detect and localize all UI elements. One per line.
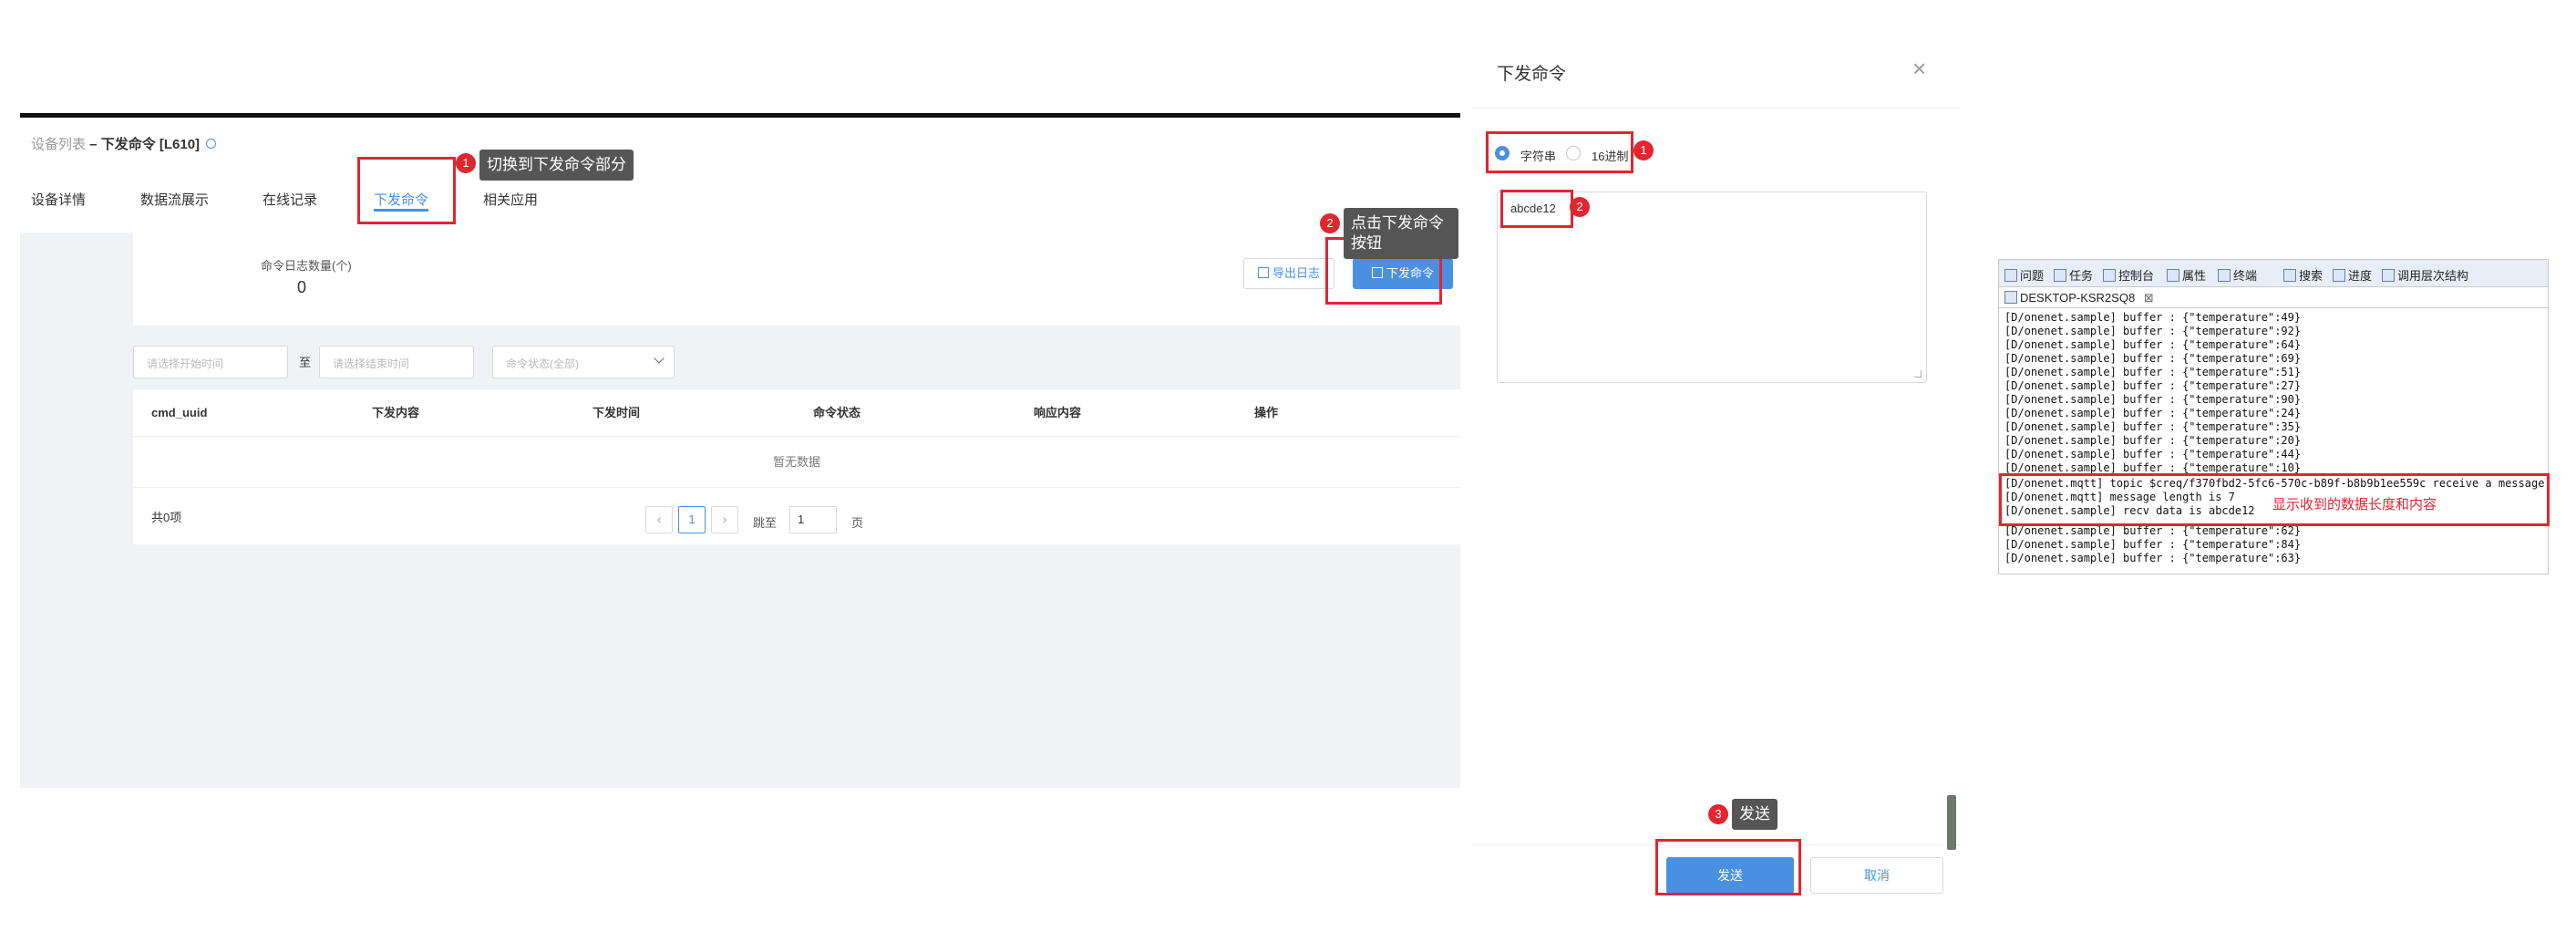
console-line: [D/onenet.sample] buffer : {"temperature… <box>2004 379 2302 392</box>
dialog-cancel-button[interactable]: 取消 <box>1810 857 1943 894</box>
console-line: [D/onenet.sample] buffer : {"temperature… <box>2004 352 2302 365</box>
console-line: [D/onenet.sample] buffer : {"temperature… <box>2004 311 2302 324</box>
resize-handle-icon[interactable] <box>1914 370 1922 378</box>
column-cmd-uuid: cmd_uuid <box>151 406 208 419</box>
console-line: [D/onenet.sample] buffer : {"temperature… <box>2004 325 2302 337</box>
terminal-session-tab[interactable]: DESKTOP-KSR2SQ8 ⊠ <box>2004 291 2154 309</box>
export-icon <box>1257 267 1269 278</box>
column-status: 命令状态 <box>813 406 861 419</box>
chevron-down-icon <box>654 353 665 364</box>
command-status-placeholder: 命令状态(全部) <box>506 357 579 370</box>
console-line: [D/onenet.sample] buffer : {"temperature… <box>2004 393 2302 406</box>
call-hierarchy-icon <box>2382 269 2395 282</box>
console-line: [D/onenet.sample] buffer : {"temperature… <box>2004 407 2302 419</box>
tab-close-icon[interactable]: ⊠ <box>2144 291 2154 305</box>
tab-bar: 设备详情 数据流展示 在线记录 下发命令 相关应用 <box>20 169 1460 233</box>
info-icon <box>206 139 217 149</box>
terminal-icon <box>2218 269 2231 282</box>
column-send-time: 下发时间 <box>592 406 641 419</box>
toolbar-progress[interactable]: 进度 <box>2333 266 2372 284</box>
console-line: [D/onenet.sample] buffer : {"temperature… <box>2004 434 2302 447</box>
breadcrumb-separator: – <box>86 137 101 152</box>
console-line: [D/onenet.sample] buffer : {"temperature… <box>2004 420 2302 433</box>
annotation-tip-switch-tab: 切换到下发命令部分 <box>479 150 634 181</box>
device-command-panel: 设备列表 – 下发命令 [L610] 设备详情 数据流展示 在线记录 下发命令 … <box>20 113 1460 788</box>
annotation-console-text: 显示收到的数据长度和内容 <box>2272 497 2437 512</box>
properties-icon <box>2167 269 2179 282</box>
scrollbar-handle[interactable] <box>1947 795 1956 850</box>
table-empty-text: 暂无数据 <box>133 437 1460 488</box>
toolbar-console[interactable]: 控制台 <box>2103 266 2154 284</box>
close-icon[interactable]: × <box>1912 55 1926 83</box>
console-line: [D/onenet.sample] buffer : {"temperature… <box>2004 524 2302 537</box>
filter-range-separator: 至 <box>299 356 312 369</box>
console-line: [D/onenet.sample] buffer : {"temperature… <box>2004 338 2302 351</box>
terminal-session-name: DESKTOP-KSR2SQ8 <box>2020 291 2136 305</box>
end-time-input[interactable]: 请选择结束时间 <box>319 346 474 378</box>
toolbar-problems[interactable]: 问题 <box>2004 266 2044 284</box>
log-count-label: 命令日志数量(个) <box>261 259 352 273</box>
console-line: [D/onenet.sample] buffer : {"temperature… <box>2004 552 2302 564</box>
console-line: [D/onenet.sample] buffer : {"temperature… <box>2004 538 2302 551</box>
annotation-badge-2: 2 <box>1320 213 1340 233</box>
total-count: 共0项 <box>151 511 182 524</box>
dialog-title: 下发命令 <box>1497 65 1567 84</box>
toolbar-search[interactable]: 搜索 <box>2283 266 2323 284</box>
console-line: [D/onenet.sample] buffer : {"temperature… <box>2004 366 2302 378</box>
tab-data-stream[interactable]: 数据流展示 <box>140 169 209 233</box>
terminal-console: 问题 任务 控制台 属性 终端 搜索 进度 调用层次结构 DESKTOP-KSR… <box>1998 259 2550 574</box>
page-unit-label: 页 <box>851 516 864 530</box>
log-count-value: 0 <box>297 278 307 296</box>
column-actions: 操作 <box>1254 406 1279 419</box>
annotation-tip-click-send: 点击下发命令按钮 <box>1344 208 1458 259</box>
search-icon <box>2283 269 2296 282</box>
annotation-box-textarea-value <box>1500 190 1573 228</box>
toolbar-properties[interactable]: 属性 <box>2167 266 2206 284</box>
breadcrumb-parent[interactable]: 设备列表 <box>31 137 86 152</box>
page-1-button[interactable]: 1 <box>678 506 706 533</box>
start-time-input[interactable]: 请选择开始时间 <box>133 346 288 378</box>
breadcrumb-current: 下发命令 [L610] <box>100 137 201 152</box>
breadcrumb: 设备列表 – 下发命令 [L610] <box>20 118 1460 169</box>
console-divider <box>1999 307 2548 308</box>
monitor-icon <box>2004 291 2017 304</box>
prev-page-button[interactable]: ‹ <box>645 506 673 533</box>
annotation-badge-1: 1 <box>456 153 476 173</box>
export-log-button[interactable]: 导出日志 <box>1243 258 1334 289</box>
export-log-label: 导出日志 <box>1272 266 1320 280</box>
tab-online-records[interactable]: 在线记录 <box>263 169 317 233</box>
column-response: 响应内容 <box>1034 406 1082 419</box>
annotation-tip-send: 发送 <box>1732 799 1777 830</box>
jump-page-input[interactable]: 1 <box>789 506 837 533</box>
console-line: [D/onenet.sample] buffer : {"temperature… <box>2004 448 2302 460</box>
table-header: cmd_uuid 下发内容 下发时间 命令状态 响应内容 操作 <box>133 389 1460 437</box>
tasks-icon <box>2054 269 2066 282</box>
table-footer: 共0项 ‹ 1 › 跳至 1 页 <box>133 488 1460 544</box>
annotation-box-send-button <box>1655 839 1801 895</box>
annotation-badge-3: 3 <box>1708 804 1728 824</box>
annotation-box-send-command-tab <box>357 157 456 224</box>
next-page-button[interactable]: › <box>711 506 738 533</box>
command-log-summary: 命令日志数量(个) 0 导出日志 下发命令 <box>133 231 1460 326</box>
console-icon <box>2103 269 2116 282</box>
jump-to-label: 跳至 <box>753 516 778 530</box>
problems-icon <box>2004 269 2017 282</box>
annotation-badge-d2: 2 <box>1570 197 1590 217</box>
annotation-box-format-options <box>1486 131 1633 173</box>
toolbar-terminal[interactable]: 终端 <box>2218 266 2257 284</box>
column-content: 下发内容 <box>372 406 420 419</box>
progress-icon <box>2333 269 2345 282</box>
annotation-badge-d1: 1 <box>1633 140 1654 160</box>
tab-device-detail[interactable]: 设备详情 <box>31 169 86 233</box>
toolbar-call-hierarchy[interactable]: 调用层次结构 <box>2382 266 2468 284</box>
command-status-select[interactable]: 命令状态(全部) <box>492 346 675 378</box>
dialog-header-divider <box>1471 108 1960 109</box>
command-log-table: cmd_uuid 下发内容 下发时间 命令状态 响应内容 操作 暂无数据 共0项… <box>133 389 1460 544</box>
toolbar-tasks[interactable]: 任务 <box>2054 266 2093 284</box>
console-toolbar: 问题 任务 控制台 属性 终端 搜索 进度 调用层次结构 <box>1999 260 2548 287</box>
